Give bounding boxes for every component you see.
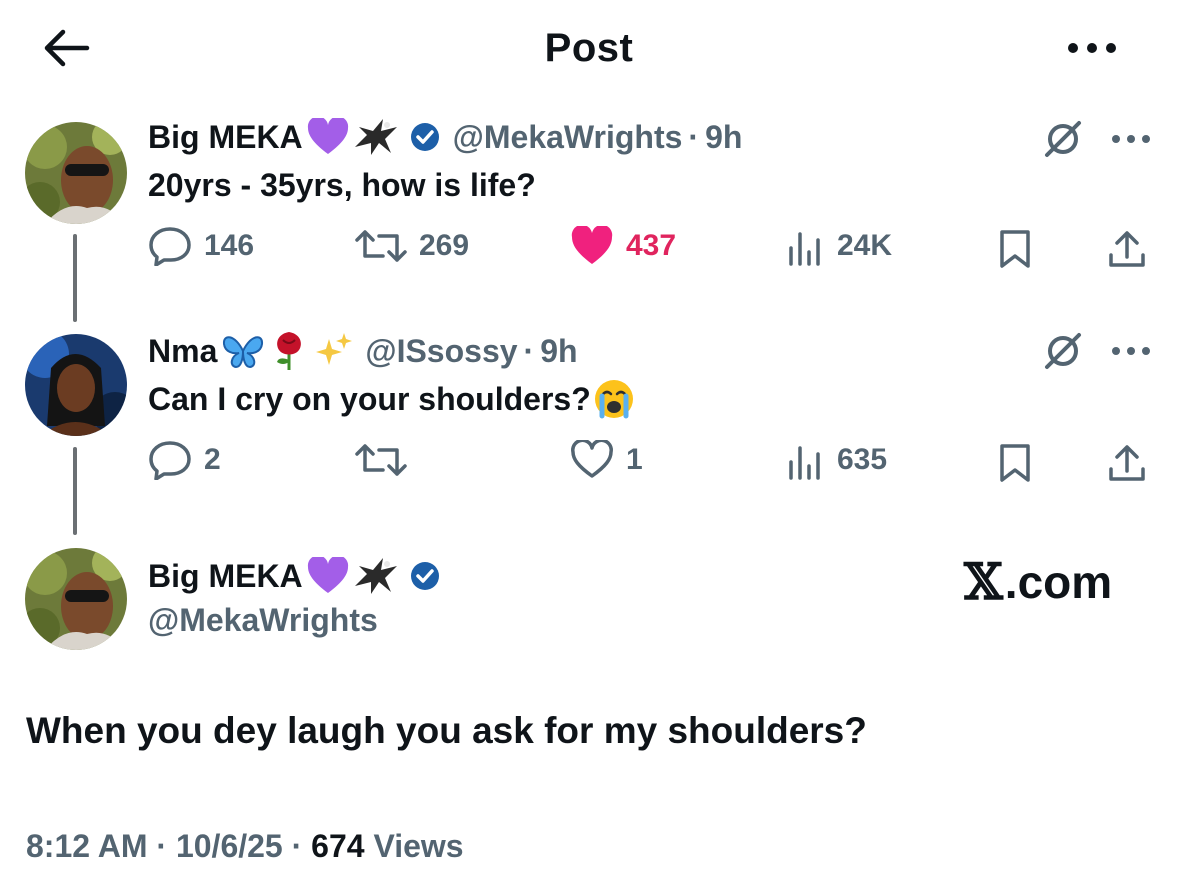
avatar[interactable] (25, 334, 127, 436)
repost-icon (355, 230, 407, 262)
grok-icon (1045, 121, 1081, 157)
verified-badge-icon (409, 560, 441, 592)
analytics-icon (789, 446, 820, 480)
timestamp[interactable]: 9h (540, 331, 577, 371)
reply-button[interactable]: 2 (148, 440, 221, 480)
heart-filled-icon (571, 226, 613, 264)
tweet-header: Nma @ISsossy · 9h (148, 330, 578, 372)
x-logo-icon: 𝕏 (964, 552, 1003, 611)
handle[interactable]: @MekaWrights (453, 117, 683, 157)
bookmark-icon (1000, 230, 1030, 268)
tweet-more-button[interactable] (1108, 328, 1154, 374)
grok-button[interactable] (1040, 116, 1086, 162)
reply-icon (149, 441, 191, 480)
tweet-text-row: Can I cry on your shoulders? (148, 378, 635, 420)
repost-icon (355, 444, 407, 476)
loudly-crying-face-icon (593, 378, 635, 420)
like-count: 1 (626, 443, 643, 476)
page-title: Post (544, 26, 634, 70)
avatar[interactable] (25, 548, 127, 650)
views-count: 674 (311, 828, 365, 864)
reply-count: 146 (204, 229, 255, 262)
purple-heart-icon (307, 118, 349, 156)
post-meta: 8:12 AM · 10/6/25 · 674 Views (26, 828, 464, 865)
reply-count: 2 (204, 443, 221, 476)
separator: · (523, 333, 535, 369)
more-horizontal-icon (1112, 135, 1150, 143)
tweet-header: Big MEKA @MekaWrights · 9h (148, 117, 742, 157)
display-name[interactable]: Nma (148, 331, 217, 371)
grok-icon (1045, 333, 1081, 369)
main-post-text: When you dey laugh you ask for my should… (26, 710, 867, 751)
tweet-text: 20yrs - 35yrs, how is life? (148, 167, 536, 203)
watermark-text: .com (1004, 555, 1113, 608)
eagle-icon (353, 556, 399, 596)
bookmark-button[interactable] (992, 226, 1038, 272)
reply-button[interactable]: 146 (148, 226, 254, 266)
post-date[interactable]: 10/6/25 (176, 828, 283, 864)
timestamp[interactable]: 9h (705, 117, 742, 157)
views-label: Views (373, 828, 464, 864)
verified-badge-icon (409, 121, 441, 153)
avatar-photo (25, 548, 127, 650)
views-button[interactable]: 24K (785, 226, 892, 266)
more-options-button[interactable] (1062, 28, 1122, 68)
like-button[interactable]: 437 (570, 226, 676, 266)
more-horizontal-icon (1068, 43, 1116, 53)
separator: · (291, 828, 303, 864)
display-name[interactable]: Big MEKA (148, 556, 303, 596)
main-post-header: Big MEKA (148, 556, 441, 596)
bookmark-button[interactable] (992, 440, 1038, 486)
separator: · (688, 119, 700, 155)
eagle-icon (353, 117, 399, 157)
avatar-photo (25, 334, 127, 436)
repost-count: 269 (419, 229, 470, 262)
handle[interactable]: @MekaWrights (148, 600, 378, 640)
avatar[interactable] (25, 122, 127, 224)
sparkles-icon (313, 331, 353, 371)
purple-heart-icon (307, 557, 349, 595)
views-button[interactable]: 635 (785, 440, 887, 480)
share-button[interactable] (1104, 440, 1150, 486)
view-count: 24K (837, 229, 893, 262)
view-count: 635 (837, 443, 888, 476)
display-name[interactable]: Big MEKA (148, 117, 303, 157)
tweet-more-button[interactable] (1108, 116, 1154, 162)
grok-button[interactable] (1040, 328, 1086, 374)
reply-icon (149, 227, 191, 266)
bookmark-icon (1000, 444, 1030, 482)
share-icon (1109, 231, 1145, 267)
thread-line (73, 447, 77, 535)
tweet-text: Can I cry on your shoulders? (148, 381, 591, 417)
share-icon (1109, 445, 1145, 481)
x-watermark: 𝕏 .com (964, 552, 1112, 611)
rose-icon (269, 330, 309, 372)
post-time[interactable]: 8:12 AM (26, 828, 148, 864)
butterfly-icon (221, 332, 265, 370)
handle[interactable]: @ISsossy (365, 331, 517, 371)
thread-line (73, 234, 77, 322)
repost-button[interactable]: 269 (355, 226, 469, 266)
like-count: 437 (626, 229, 677, 262)
avatar-photo (25, 122, 127, 224)
more-horizontal-icon (1112, 347, 1150, 355)
like-button[interactable]: 1 (570, 440, 643, 480)
share-button[interactable] (1104, 226, 1150, 272)
heart-outline-icon (571, 440, 613, 478)
analytics-icon (789, 232, 820, 266)
repost-button[interactable] (355, 440, 419, 480)
separator: · (156, 828, 168, 864)
